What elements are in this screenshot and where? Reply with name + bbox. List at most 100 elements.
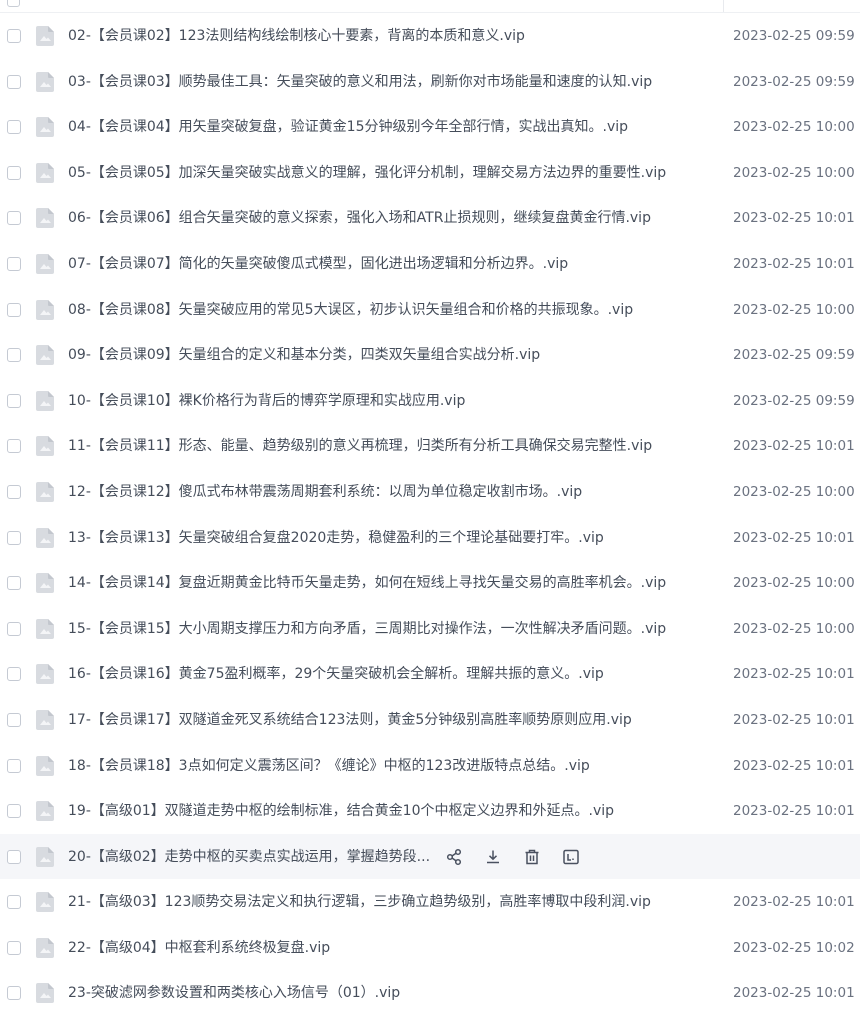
file-name[interactable]: 22-【高级04】中枢套利系统终极复盘.vip bbox=[68, 938, 330, 958]
file-row[interactable]: 21-【高级03】123顺势交易法定义和执行逻辑，三步确立趋势级别，高胜率博取中… bbox=[0, 879, 860, 925]
file-row[interactable]: 19-【高级01】双隧道走势中枢的绘制标准，结合黄金10个中枢定义边界和外延点。… bbox=[0, 788, 860, 834]
file-icon bbox=[35, 527, 55, 549]
row-checkbox[interactable] bbox=[7, 940, 21, 955]
file-row[interactable]: 04-【会员课04】用矢量突破复盘，验证黄金15分钟级别今年全部行情，实战出真知… bbox=[0, 104, 860, 150]
file-list: 02-【会员课02】123法则结构线绘制核心十要素，背离的本质和意义.vip 2… bbox=[0, 13, 860, 1016]
modified-time: 2023-02-25 10:00 bbox=[733, 620, 855, 637]
row-checkbox[interactable] bbox=[7, 576, 21, 591]
file-row[interactable]: 05-【会员课05】加深矢量突破实战意义的理解，强化评分机制，理解交易方法边界的… bbox=[0, 150, 860, 196]
file-name[interactable]: 04-【会员课04】用矢量突破复盘，验证黄金15分钟级别今年全部行情，实战出真知… bbox=[68, 117, 628, 137]
file-icon bbox=[35, 207, 55, 229]
row-checkbox[interactable] bbox=[7, 895, 21, 910]
file-row[interactable]: 18-【会员课18】3点如何定义震荡区间？《缠论》中枢的123改进版特点总结。.… bbox=[0, 743, 860, 789]
select-all-checkbox[interactable] bbox=[7, 0, 20, 7]
row-checkbox[interactable] bbox=[7, 804, 21, 819]
modified-time: 2023-02-25 10:01 bbox=[733, 666, 855, 683]
modified-time: 2023-02-25 10:01 bbox=[733, 529, 855, 546]
file-icon bbox=[35, 982, 55, 1004]
file-row[interactable]: 13-【会员课13】矢量突破组合复盘2020走势，稳健盈利的三个理论基础要打牢。… bbox=[0, 515, 860, 561]
file-name[interactable]: 11-【会员课11】形态、能量、趋势级别的意义再梳理，归类所有分析工具确保交易完… bbox=[68, 436, 652, 456]
modified-time: 2023-02-25 10:01 bbox=[733, 894, 855, 911]
file-icon bbox=[35, 116, 55, 138]
row-checkbox[interactable] bbox=[7, 74, 21, 89]
file-row[interactable]: 17-【会员课17】双隧道金死叉系统结合123法则，黄金5分钟级别高胜率顺势原则… bbox=[0, 697, 860, 743]
file-row[interactable]: 15-【会员课15】大小周期支撑压力和方向矛盾，三周期比对操作法，一次性解决矛盾… bbox=[0, 606, 860, 652]
row-checkbox[interactable] bbox=[7, 986, 21, 1001]
file-name[interactable]: 08-【会员课08】矢量突破应用的常见5大误区，初步认识矢量组合和价格的共振现象… bbox=[68, 300, 633, 320]
file-row[interactable]: 06-【会员课06】组合矢量突破的意义探索，强化入场和ATR止损规则，继续复盘黄… bbox=[0, 195, 860, 241]
file-row[interactable]: 23-突破滤网参数设置和两类核心入场信号（01）.vip 2023-02-25 … bbox=[0, 970, 860, 1016]
file-name[interactable]: 15-【会员课15】大小周期支撑压力和方向矛盾，三周期比对操作法，一次性解决矛盾… bbox=[68, 619, 666, 639]
file-name[interactable]: 17-【会员课17】双隧道金死叉系统结合123法则，黄金5分钟级别高胜率顺势原则… bbox=[68, 710, 632, 730]
file-name[interactable]: 20-【高级02】走势中枢的买卖点实战运用，掌握趋势段... bbox=[68, 847, 430, 867]
file-row[interactable]: 09-【会员课09】矢量组合的定义和基本分类，四类双矢量组合实战分析.vip 2… bbox=[0, 332, 860, 378]
file-name[interactable]: 10-【会员课10】裸K价格行为背后的博弈学原理和实战应用.vip bbox=[68, 391, 465, 411]
file-name[interactable]: 09-【会员课09】矢量组合的定义和基本分类，四类双矢量组合实战分析.vip bbox=[68, 345, 540, 365]
file-name[interactable]: 05-【会员课05】加深矢量突破实战意义的理解，强化评分机制，理解交易方法边界的… bbox=[68, 163, 666, 183]
file-name[interactable]: 19-【高级01】双隧道走势中枢的绘制标准，结合黄金10个中枢定义边界和外延点。… bbox=[68, 801, 614, 821]
file-icon bbox=[35, 71, 55, 93]
modified-time: 2023-02-25 10:00 bbox=[733, 301, 855, 318]
share-icon[interactable] bbox=[443, 846, 465, 868]
row-checkbox[interactable] bbox=[7, 667, 21, 682]
delete-icon[interactable] bbox=[521, 846, 543, 868]
file-row[interactable]: 08-【会员课08】矢量突破应用的常见5大误区，初步认识矢量组合和价格的共振现象… bbox=[0, 287, 860, 333]
row-checkbox[interactable] bbox=[7, 29, 21, 43]
file-name[interactable]: 06-【会员课06】组合矢量突破的意义探索，强化入场和ATR止损规则，继续复盘黄… bbox=[68, 208, 651, 228]
file-icon bbox=[35, 937, 55, 959]
file-row[interactable]: 16-【会员课16】黄金75盈利概率，29个矢量突破机会全解析。理解共振的意义。… bbox=[0, 651, 860, 697]
file-name[interactable]: 07-【会员课07】简化的矢量突破傻瓜式模型，固化进出场逻辑和分析边界。.vip bbox=[68, 254, 568, 274]
file-icon bbox=[35, 709, 55, 731]
file-icon bbox=[35, 435, 55, 457]
row-checkbox[interactable] bbox=[7, 302, 21, 317]
row-checkbox[interactable] bbox=[7, 484, 21, 499]
row-checkbox[interactable] bbox=[7, 712, 21, 727]
row-checkbox[interactable] bbox=[7, 758, 21, 773]
file-name[interactable]: 03-【会员课03】顺势最佳工具：矢量突破的意义和用法，刷新你对市场能量和速度的… bbox=[68, 72, 652, 92]
modified-time: 2023-02-25 10:01 bbox=[733, 757, 855, 774]
modified-time: 2023-02-25 10:00 bbox=[733, 164, 855, 181]
row-checkbox[interactable] bbox=[7, 849, 21, 864]
file-icon bbox=[35, 390, 55, 412]
row-checkbox[interactable] bbox=[7, 530, 21, 545]
file-row[interactable]: 02-【会员课02】123法则结构线绘制核心十要素，背离的本质和意义.vip 2… bbox=[0, 13, 860, 59]
row-checkbox[interactable] bbox=[7, 211, 21, 226]
rename-icon[interactable] bbox=[560, 846, 582, 868]
modified-time: 2023-02-25 10:00 bbox=[733, 119, 855, 136]
file-row[interactable]: 03-【会员课03】顺势最佳工具：矢量突破的意义和用法，刷新你对市场能量和速度的… bbox=[0, 59, 860, 105]
file-name[interactable]: 21-【高级03】123顺势交易法定义和执行逻辑，三步确立趋势级别，高胜率博取中… bbox=[68, 892, 651, 912]
modified-time: 2023-02-25 10:01 bbox=[733, 438, 855, 455]
file-name[interactable]: 18-【会员课18】3点如何定义震荡区间？《缠论》中枢的123改进版特点总结。.… bbox=[68, 756, 590, 776]
file-row[interactable]: 10-【会员课10】裸K价格行为背后的博弈学原理和实战应用.vip 2023-0… bbox=[0, 378, 860, 424]
file-row[interactable]: 22-【高级04】中枢套利系统终极复盘.vip 2023-02-25 10:02 bbox=[0, 925, 860, 971]
file-icon bbox=[35, 572, 55, 594]
file-name[interactable]: 02-【会员课02】123法则结构线绘制核心十要素，背离的本质和意义.vip bbox=[68, 26, 525, 46]
row-checkbox[interactable] bbox=[7, 393, 21, 408]
row-checkbox[interactable] bbox=[7, 621, 21, 636]
row-checkbox[interactable] bbox=[7, 165, 21, 180]
file-name[interactable]: 13-【会员课13】矢量突破组合复盘2020走势，稳健盈利的三个理论基础要打牢。… bbox=[68, 528, 604, 548]
file-name[interactable]: 14-【会员课14】复盘近期黄金比特币矢量走势，如何在短线上寻找矢量交易的高胜率… bbox=[68, 573, 666, 593]
file-row[interactable]: 14-【会员课14】复盘近期黄金比特币矢量走势，如何在短线上寻找矢量交易的高胜率… bbox=[0, 560, 860, 606]
file-row[interactable]: 07-【会员课07】简化的矢量突破傻瓜式模型，固化进出场逻辑和分析边界。.vip… bbox=[0, 241, 860, 287]
file-icon bbox=[35, 891, 55, 913]
file-icon bbox=[35, 253, 55, 275]
file-row[interactable]: 11-【会员课11】形态、能量、趋势级别的意义再梳理，归类所有分析工具确保交易完… bbox=[0, 423, 860, 469]
row-checkbox[interactable] bbox=[7, 439, 21, 454]
file-row[interactable]: 12-【会员课12】傻瓜式布林带震荡周期套利系统：以周为单位稳定收割市场。.vi… bbox=[0, 469, 860, 515]
file-icon bbox=[35, 481, 55, 503]
file-name[interactable]: 12-【会员课12】傻瓜式布林带震荡周期套利系统：以周为单位稳定收割市场。.vi… bbox=[68, 482, 582, 502]
file-icon bbox=[35, 25, 55, 47]
file-name[interactable]: 16-【会员课16】黄金75盈利概率，29个矢量突破机会全解析。理解共振的意义。… bbox=[68, 664, 604, 684]
file-name[interactable]: 23-突破滤网参数设置和两类核心入场信号（01）.vip bbox=[68, 983, 400, 1003]
modified-time: 2023-02-25 10:00 bbox=[733, 483, 855, 500]
download-icon[interactable] bbox=[482, 846, 504, 868]
list-header bbox=[0, 0, 860, 13]
modified-time: 2023-02-25 10:01 bbox=[733, 985, 855, 1002]
row-checkbox[interactable] bbox=[7, 348, 21, 363]
file-row[interactable]: 20-【高级02】走势中枢的买卖点实战运用，掌握趋势段... bbox=[0, 833, 860, 880]
file-icon bbox=[35, 618, 55, 640]
row-checkbox[interactable] bbox=[7, 120, 21, 135]
modified-time: 2023-02-25 09:59 bbox=[733, 347, 855, 364]
row-checkbox[interactable] bbox=[7, 256, 21, 271]
